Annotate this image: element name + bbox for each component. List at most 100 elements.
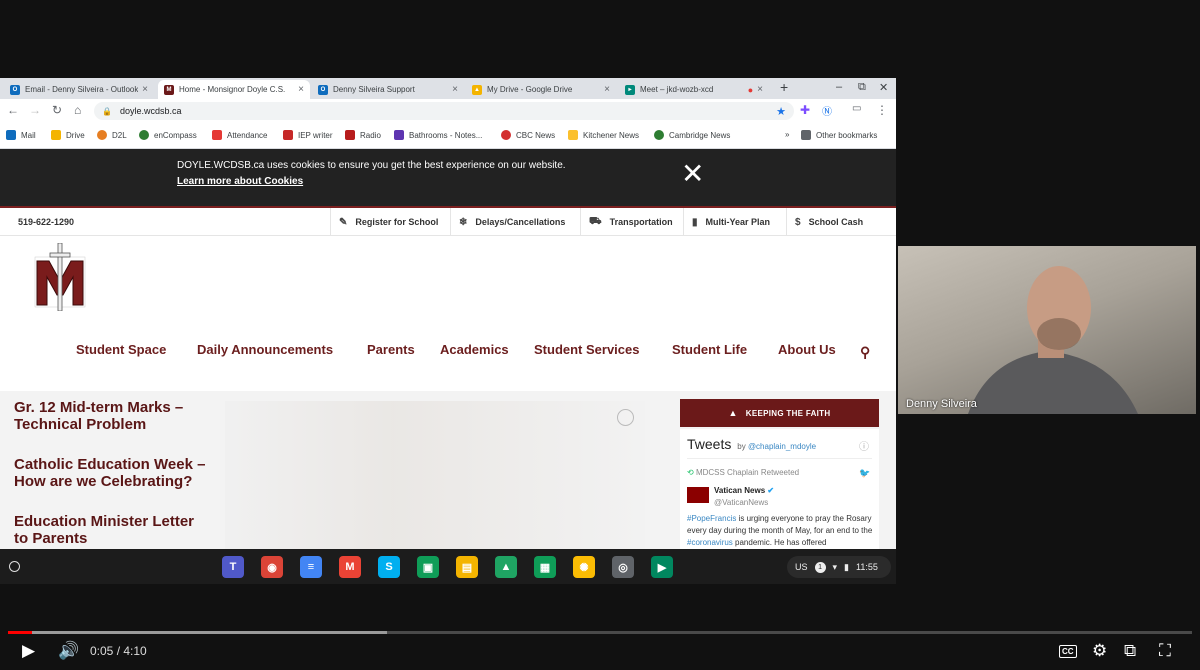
kitchener-icon — [568, 130, 578, 140]
banner-label: KEEPING THE FAITH — [745, 408, 831, 418]
news-item[interactable]: Gr. 12 Mid-term Marks – Technical Proble… — [14, 399, 183, 433]
minimize-icon[interactable]: – — [836, 81, 842, 93]
info-icon[interactable]: ⓘ — [859, 438, 869, 453]
docs-icon[interactable]: ≡ — [300, 556, 322, 578]
hashtag-link[interactable]: #PopeFrancis — [687, 514, 736, 523]
bookmark-d2l[interactable]: D2L — [97, 130, 127, 140]
nav-academics[interactable]: Academics — [440, 342, 509, 357]
transportation-link[interactable]: ⛟ Transportation — [580, 208, 683, 236]
close-tab-icon[interactable]: × — [142, 84, 148, 95]
restore-icon[interactable]: ⧉ — [858, 81, 866, 94]
close-window-icon[interactable]: ✕ — [879, 81, 888, 94]
bookmark-label: enCompass — [154, 130, 197, 140]
tab-outlook-email[interactable]: O Email - Denny Silveira - Outlook × — [4, 80, 154, 99]
avatar[interactable] — [687, 487, 709, 503]
keeping-the-faith-banner[interactable]: ▲ KEEPING THE FAITH — [680, 399, 879, 427]
tweet-user-name[interactable]: Vatican News ✔ — [714, 486, 774, 495]
other-bookmarks[interactable]: Other bookmarks — [801, 130, 877, 140]
bookmark-bathrooms[interactable]: Bathrooms - Notes... — [394, 130, 482, 140]
sheets-icon[interactable]: ▦ — [534, 556, 556, 578]
bookmark-drive[interactable]: Drive — [51, 130, 85, 140]
tab-support[interactable]: O Denny Silveira Support × — [312, 80, 464, 99]
link-label: Register for School — [355, 217, 439, 227]
close-tab-icon[interactable]: × — [452, 84, 458, 95]
bookmark-mail[interactable]: Mail — [6, 130, 36, 140]
status-tray[interactable]: US 1 ▾ ▮ 11:55 — [787, 556, 891, 578]
bookmark-cbc-news[interactable]: CBC News — [501, 130, 555, 140]
register-for-school-link[interactable]: ✎ Register for School — [330, 208, 450, 236]
settings-gear-icon[interactable]: ⚙ — [1092, 641, 1107, 661]
captions-icon[interactable]: CC — [1059, 645, 1077, 658]
close-tab-icon[interactable]: × — [298, 84, 304, 95]
school-cash-link[interactable]: $ School Cash — [786, 208, 896, 236]
drive-icon[interactable]: ▲ — [495, 556, 517, 578]
news-item[interactable]: Catholic Education Week – How are we Cel… — [14, 456, 205, 490]
os-shelf: T ◉ ≡ M S ▣ ▤ ▲ ▦ ✺ ◎ ▶ US 1 ▾ ▮ 11:55 — [0, 549, 896, 584]
bookmark-iep-writer[interactable]: IEP writer — [283, 130, 333, 140]
menu-icon[interactable]: ⋮ — [876, 103, 888, 117]
hashtag-link[interactable]: #coronavirus — [687, 538, 733, 547]
tweets-heading: Tweets by @chaplain_mdoyle — [687, 436, 816, 452]
extension-icon[interactable]: ✚ — [800, 103, 810, 117]
nav-about-us[interactable]: About Us — [778, 342, 836, 357]
bookmark-star-icon[interactable]: ★ — [776, 105, 786, 118]
browser-toolbar: ← → ↻ ⌂ 🔒 doyle.wcdsb.ca ★ ✚ Ⓝ ▭ ⋮ — [0, 99, 896, 122]
nav-student-space[interactable]: Student Space — [76, 342, 166, 357]
news-item[interactable]: Education Minister Letter to Parents — [14, 513, 194, 547]
nav-student-life[interactable]: Student Life — [672, 342, 747, 357]
classroom-icon[interactable]: ▣ — [417, 556, 439, 578]
nav-student-services[interactable]: Student Services — [534, 342, 640, 357]
volume-icon[interactable]: 🔊 — [58, 641, 79, 661]
extension-n-icon[interactable]: Ⓝ — [822, 103, 832, 118]
bookmark-attendance[interactable]: Attendance — [212, 130, 267, 140]
launcher-icon[interactable] — [9, 561, 20, 572]
encompass-icon — [139, 130, 149, 140]
tweet-user-handle[interactable]: @VaticanNews — [714, 498, 768, 507]
tab-meet[interactable]: ▸ Meet – jkd-wozb-xcd ● × — [619, 80, 769, 99]
teams-icon[interactable]: T — [222, 556, 244, 578]
video-frame[interactable]: O Email - Denny Silveira - Outlook × M H… — [0, 0, 1200, 670]
camera-icon[interactable]: ◎ — [612, 556, 634, 578]
chrome-icon[interactable]: ◉ — [261, 556, 283, 578]
tab-google-drive[interactable]: ▲ My Drive - Google Drive × — [466, 80, 616, 99]
nav-parents[interactable]: Parents — [367, 342, 415, 357]
forward-icon[interactable]: → — [29, 103, 41, 117]
nav-daily-announcements[interactable]: Daily Announcements — [197, 342, 333, 357]
reload-icon[interactable]: ↻ — [52, 103, 62, 117]
chaplain-handle-link[interactable]: @chaplain_mdoyle — [748, 442, 816, 451]
delays-cancellations-link[interactable]: ❄ Delays/Cancellations — [450, 208, 580, 236]
multi-year-plan-link[interactable]: ▮ Multi-Year Plan — [683, 208, 786, 236]
skype-icon[interactable]: S — [378, 556, 400, 578]
bookmark-kitchener-news[interactable]: Kitchener News — [568, 130, 639, 140]
keep-icon[interactable]: ▤ — [456, 556, 478, 578]
participant-name: Denny Silveira — [906, 398, 977, 410]
search-icon[interactable]: ⚲ — [860, 344, 870, 361]
play-icon[interactable]: ▶ — [22, 641, 35, 661]
address-bar[interactable]: 🔒 doyle.wcdsb.ca ★ — [94, 102, 794, 120]
bookmark-radio[interactable]: Radio — [345, 130, 381, 140]
close-icon[interactable]: ✕ — [681, 160, 704, 188]
home-icon[interactable]: ⌂ — [74, 103, 81, 117]
bookmarks-overflow[interactable]: » — [785, 130, 789, 139]
utility-bar: 519-622-1290 ✎ Register for School ❄ Delay… — [0, 206, 896, 236]
time-display: 0:05 / 4:10 — [90, 644, 147, 658]
cookie-learn-more-link[interactable]: Learn more about Cookies — [177, 176, 303, 187]
tab-monsignor-doyle[interactable]: M Home - Monsignor Doyle C.S. × — [158, 80, 310, 99]
bookmark-cambridge-news[interactable]: Cambridge News — [654, 130, 730, 140]
twitter-bird-icon[interactable]: 🐦 — [859, 468, 870, 479]
tab-title: My Drive - Google Drive — [487, 85, 573, 94]
back-icon[interactable]: ← — [7, 103, 19, 117]
photos-icon[interactable]: ✺ — [573, 556, 595, 578]
school-logo[interactable] — [33, 243, 87, 311]
miniplayer-icon[interactable]: ⧉ — [1124, 641, 1136, 661]
close-tab-icon[interactable]: × — [604, 84, 610, 95]
bookmark-label: Mail — [21, 130, 36, 140]
close-tab-icon[interactable]: × — [757, 84, 763, 95]
progress-bar[interactable] — [8, 631, 1192, 634]
cast-icon[interactable]: ▭ — [852, 103, 861, 114]
new-tab-button[interactable]: + — [780, 79, 788, 95]
fullscreen-icon[interactable]: ⛶ — [1159, 641, 1171, 661]
gmail-icon[interactable]: M — [339, 556, 361, 578]
play-store-icon[interactable]: ▶ — [651, 556, 673, 578]
bookmark-encompass[interactable]: enCompass — [139, 130, 197, 140]
